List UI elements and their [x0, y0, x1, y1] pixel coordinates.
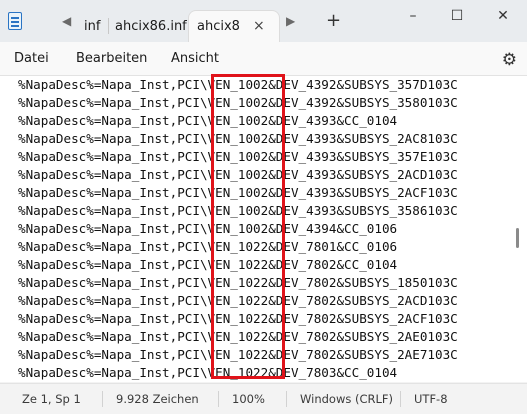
status-encoding[interactable]: UTF-8 [414, 392, 448, 406]
editor-line: %NapaDesc%=Napa_Inst,PCI\VEN_1022&DEV_78… [18, 257, 398, 272]
editor-line: %NapaDesc%=Napa_Inst,PCI\VEN_1002&DEV_43… [18, 149, 458, 164]
maximize-button[interactable]: ☐ [437, 4, 477, 30]
tab-scroll-right-icon[interactable]: ▶ [286, 14, 295, 28]
editor-line: %NapaDesc%=Napa_Inst,PCI\VEN_1022&DEV_78… [18, 347, 458, 362]
text-editor[interactable]: %NapaDesc%=Napa_Inst,PCI\VEN_1002&DEV_43… [0, 76, 527, 382]
status-separator [286, 391, 287, 407]
editor-line: %NapaDesc%=Napa_Inst,PCI\VEN_1002&DEV_43… [18, 95, 458, 110]
status-line-ending[interactable]: Windows (CRLF) [300, 392, 393, 406]
status-zoom[interactable]: 100% [232, 392, 265, 406]
close-window-button[interactable]: ✕ [483, 4, 523, 30]
tab-label: inf [84, 19, 101, 34]
settings-gear-icon[interactable]: ⚙ [502, 50, 517, 70]
status-char-count: 9.928 Zeichen [116, 392, 199, 406]
menu-view[interactable]: Ansicht [171, 51, 219, 66]
status-cursor-position: Ze 1, Sp 1 [22, 392, 81, 406]
notepad-icon [8, 12, 22, 30]
new-tab-button[interactable]: + [326, 10, 341, 31]
status-separator [400, 391, 401, 407]
editor-line: %NapaDesc%=Napa_Inst,PCI\VEN_1022&DEV_78… [18, 311, 458, 326]
editor-line: %NapaDesc%=Napa_Inst,PCI\VEN_1002&DEV_43… [18, 185, 458, 200]
menu-bar: Datei Bearbeiten Ansicht ⚙ [0, 42, 527, 76]
title-bar: ◀ inf ahcix86.inf ahcix8 × ▶ + – ☐ ✕ [0, 0, 527, 42]
editor-line: %NapaDesc%=Napa_Inst,PCI\VEN_1002&DEV_43… [18, 221, 398, 236]
close-tab-icon[interactable]: × [253, 11, 265, 42]
menu-file[interactable]: Datei [14, 51, 49, 66]
editor-line: %NapaDesc%=Napa_Inst,PCI\VEN_1002&DEV_43… [18, 77, 458, 92]
editor-line: %NapaDesc%=Napa_Inst,PCI\VEN_1002&DEV_43… [18, 167, 458, 182]
tab-ahcix86-inf[interactable]: ahcix86.inf [115, 11, 195, 42]
editor-line: %NapaDesc%=Napa_Inst,PCI\VEN_1022&DEV_78… [18, 293, 458, 308]
editor-line: %NapaDesc%=Napa_Inst,PCI\VEN_1022&DEV_78… [18, 239, 398, 254]
editor-line: %NapaDesc%=Napa_Inst,PCI\VEN_1002&DEV_43… [18, 203, 458, 218]
editor-line: %NapaDesc%=Napa_Inst,PCI\VEN_1022&DEV_78… [18, 275, 458, 290]
editor-line: %NapaDesc%=Napa_Inst,PCI\VEN_1002&DEV_43… [18, 131, 458, 146]
status-separator [102, 391, 103, 407]
tab-ahcix8-active[interactable]: ahcix8 × [189, 11, 279, 42]
tab-separator [108, 18, 109, 34]
vertical-scrollbar-thumb[interactable] [516, 228, 519, 248]
minimize-button[interactable]: – [393, 4, 433, 30]
editor-line: %NapaDesc%=Napa_Inst,PCI\VEN_1022&DEV_78… [18, 365, 398, 380]
tab-label: ahcix86.inf [115, 19, 187, 34]
status-bar: Ze 1, Sp 1 9.928 Zeichen 100% Windows (C… [0, 383, 527, 414]
editor-line: %NapaDesc%=Napa_Inst,PCI\VEN_1022&DEV_78… [18, 329, 458, 344]
tab-inf[interactable]: inf [84, 11, 104, 42]
tab-scroll-left-icon[interactable]: ◀ [62, 14, 71, 28]
status-separator [218, 391, 219, 407]
editor-line: %NapaDesc%=Napa_Inst,PCI\VEN_1002&DEV_43… [18, 113, 398, 128]
menu-edit[interactable]: Bearbeiten [76, 51, 147, 66]
tab-label: ahcix8 [197, 19, 240, 34]
